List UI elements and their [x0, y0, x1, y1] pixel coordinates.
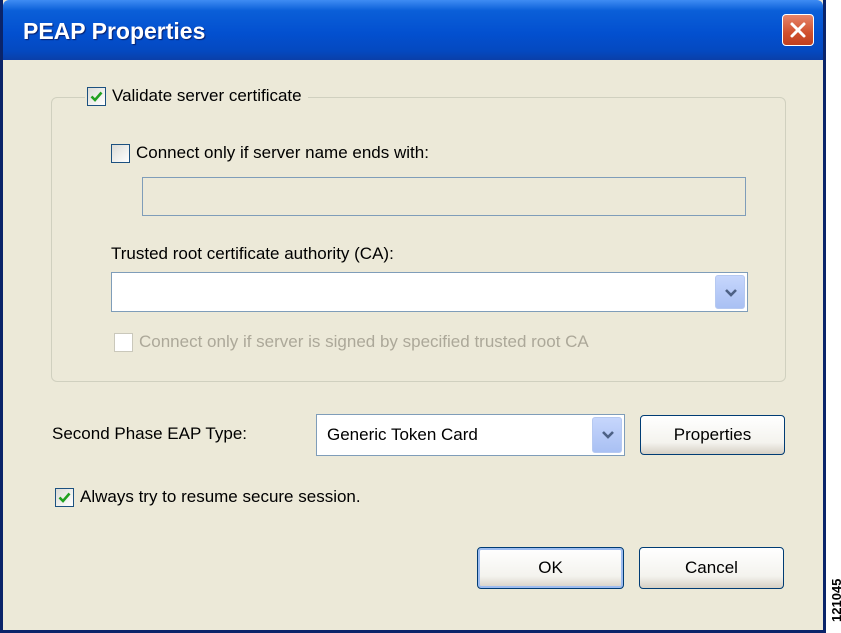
trusted-root-label: Trusted root certificate authority (CA): [111, 244, 394, 263]
close-button[interactable] [782, 14, 814, 46]
figure-watermark: 121045 [829, 578, 841, 622]
server-name-input[interactable] [142, 177, 746, 216]
resume-session-checkbox-row[interactable]: Always try to resume secure session. [55, 487, 361, 507]
connect-if-name-label: Connect only if server name ends with: [136, 143, 429, 162]
trusted-root-dropdown-button[interactable] [715, 275, 745, 309]
connect-if-name-checkbox[interactable] [111, 143, 130, 163]
checkmark-icon [90, 91, 103, 102]
second-phase-label: Second Phase EAP Type: [52, 424, 248, 443]
dialog-title: PEAP Properties [23, 18, 206, 44]
trusted-root-ca-select[interactable] [111, 272, 748, 312]
ok-button[interactable]: OK [477, 547, 624, 589]
validate-server-label: Validate server certificate [112, 86, 302, 105]
resume-session-checkbox[interactable] [55, 487, 74, 507]
second-phase-dropdown-button[interactable] [592, 417, 622, 453]
close-icon [790, 22, 806, 38]
validate-server-checkbox[interactable] [87, 86, 106, 106]
signed-by-root-checkbox-row[interactable]: Connect only if server is signed by spec… [114, 332, 589, 352]
peap-properties-dialog: PEAP Properties Validate server certific… [0, 0, 826, 633]
second-phase-eap-select[interactable]: Generic Token Card [316, 414, 625, 456]
validate-server-checkbox-row[interactable]: Validate server certificate [85, 86, 308, 106]
connect-if-name-checkbox-row[interactable]: Connect only if server name ends with: [111, 143, 429, 163]
chevron-down-icon [725, 289, 737, 297]
signed-by-root-label: Connect only if server is signed by spec… [139, 332, 589, 351]
resume-session-label: Always try to resume secure session. [80, 487, 361, 506]
chevron-down-icon [602, 431, 614, 439]
properties-button[interactable]: Properties [640, 415, 785, 455]
checkmark-icon [58, 492, 71, 503]
second-phase-eap-value: Generic Token Card [327, 425, 478, 444]
signed-by-root-checkbox[interactable] [114, 332, 133, 352]
title-bar[interactable]: PEAP Properties [3, 0, 823, 60]
cancel-button[interactable]: Cancel [639, 547, 784, 589]
